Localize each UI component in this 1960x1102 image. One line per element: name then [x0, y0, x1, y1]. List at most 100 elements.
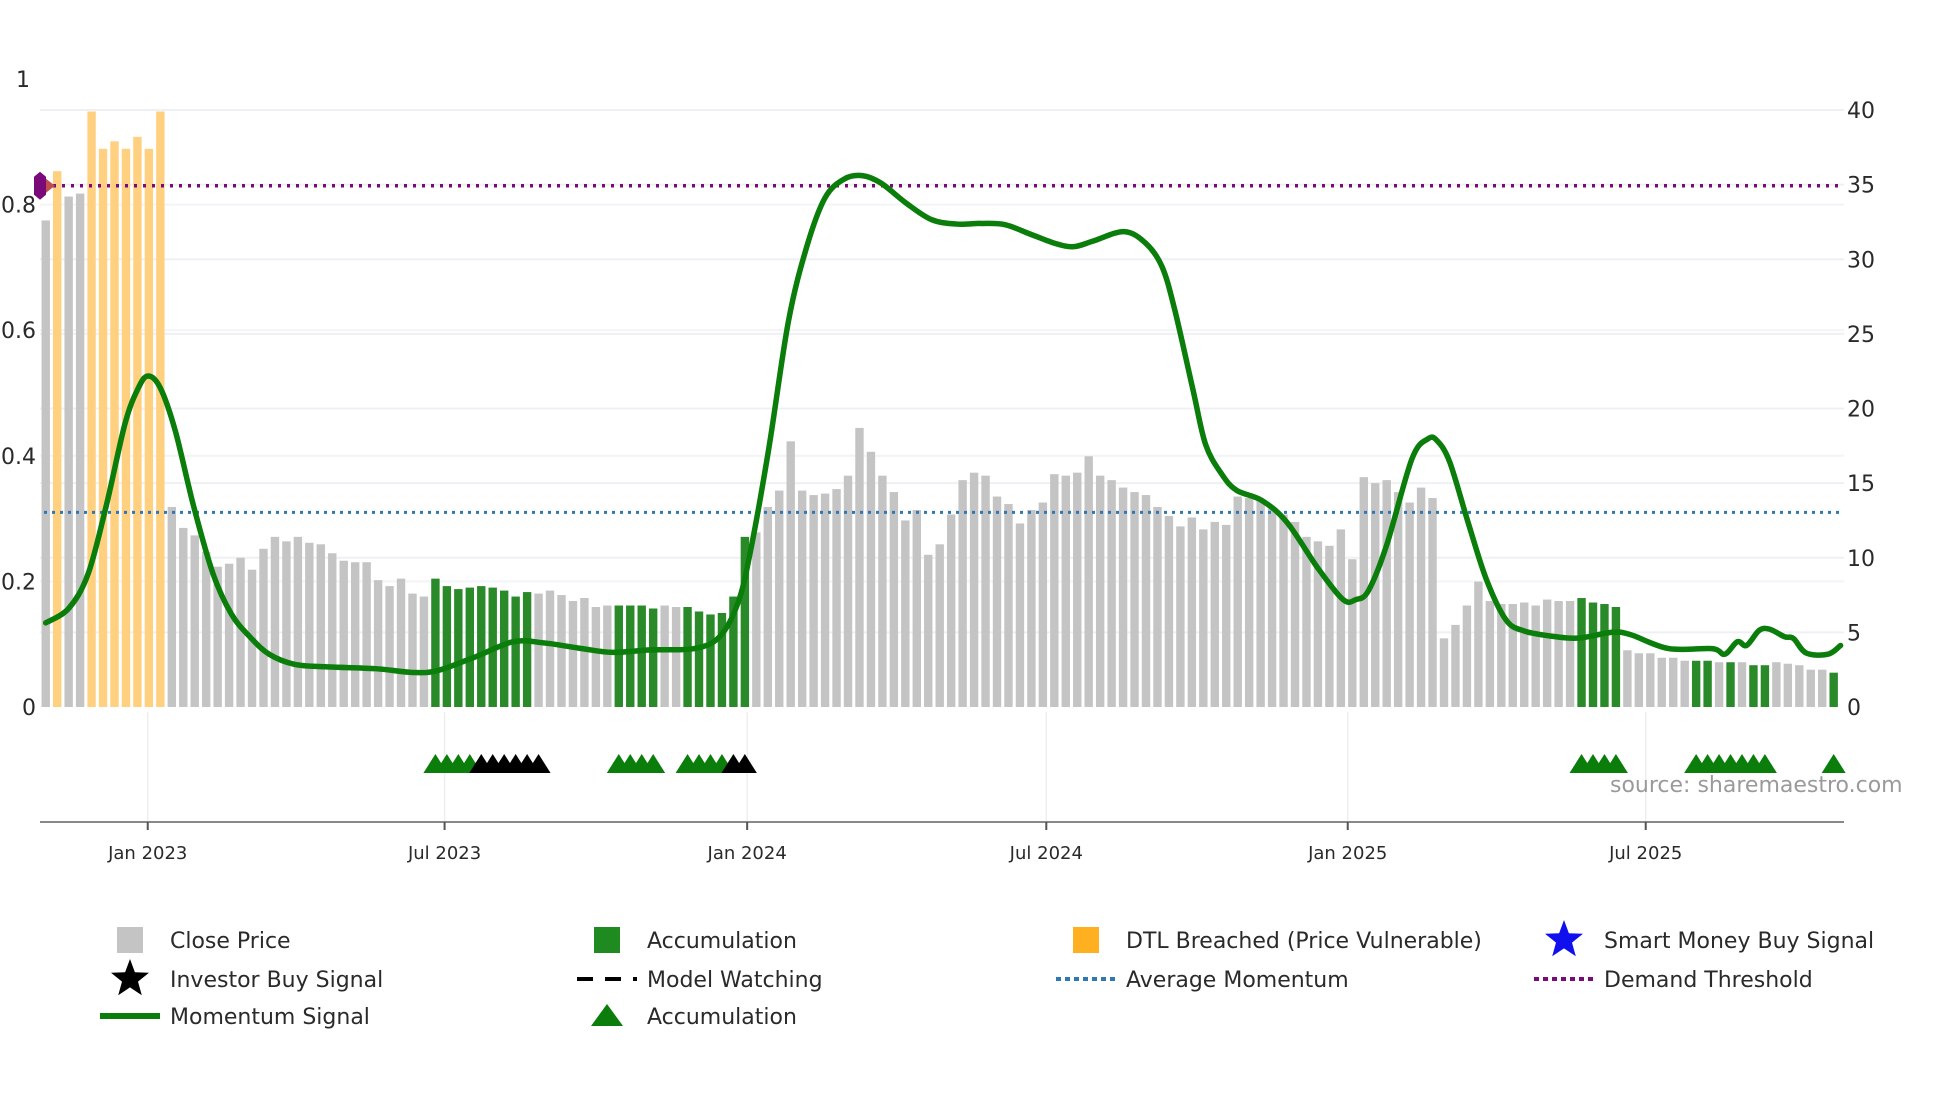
bar-price [1164, 515, 1174, 707]
legend: Close Price Accumulation DTL Breached (Pri… [100, 920, 1874, 1030]
bar-accum [626, 605, 635, 707]
bar-price [1520, 602, 1529, 707]
bar-price [419, 596, 429, 707]
green-square-icon [594, 927, 620, 953]
right-tick-label: 0 [1847, 696, 1861, 721]
bar-dtl [133, 136, 142, 708]
bar-price [832, 489, 841, 707]
bar-price [1451, 624, 1460, 707]
bar-price [293, 536, 303, 707]
bar-accum [499, 590, 509, 707]
legend-label: Smart Money Buy Signal [1604, 929, 1874, 954]
bar-price [1439, 638, 1449, 707]
bar-price [1050, 474, 1059, 707]
legend-label: Accumulation [647, 1005, 797, 1030]
bar-price [1565, 601, 1575, 707]
bar-price [1371, 483, 1380, 707]
orange-square-icon [1073, 927, 1099, 953]
bar-price [1772, 662, 1781, 707]
bar-price [41, 220, 50, 707]
right-tick-label: 40 [1847, 99, 1875, 124]
bar-price [1474, 581, 1483, 707]
bar-price [1382, 480, 1391, 707]
bar-accum [648, 608, 658, 707]
legend-label: Demand Threshold [1604, 968, 1813, 993]
bar-accum [442, 586, 452, 707]
bar-price [408, 593, 417, 707]
bar-price [362, 562, 371, 707]
legend-label: Investor Buy Signal [170, 968, 383, 993]
bar-price [282, 541, 291, 707]
bar-price [1531, 605, 1540, 707]
blue-star-icon [1545, 920, 1583, 957]
bar-price [339, 560, 348, 707]
accumulation-triangle [1821, 754, 1846, 773]
bar-price [969, 472, 979, 707]
right-tick-label: 20 [1847, 398, 1875, 423]
bar-price [1015, 523, 1025, 707]
bar-price [557, 595, 566, 707]
bar-accum [477, 586, 486, 707]
bar-price [350, 562, 360, 707]
bar-price [1267, 508, 1277, 707]
bar-price [924, 554, 933, 707]
bar-price [259, 548, 268, 707]
bar-price [1416, 487, 1426, 707]
bar-price [1462, 605, 1472, 707]
bar-price [591, 607, 601, 707]
bar-accum [637, 605, 646, 707]
bar-accum [706, 614, 715, 707]
x-tick-label: Jul 2024 [1009, 843, 1083, 864]
triangle-icon [591, 1004, 623, 1026]
bar-price [1325, 545, 1334, 707]
x-tick-label: Jan 2023 [107, 843, 187, 864]
bar-price [1623, 650, 1632, 707]
gridlines [40, 109, 1844, 822]
bar-price [1646, 653, 1655, 707]
bar-price [1256, 499, 1265, 707]
legend-label: Model Watching [647, 968, 823, 993]
bar-price [843, 475, 853, 707]
bar-price [201, 551, 211, 707]
bar-price [1680, 660, 1689, 707]
bar-price [1554, 601, 1563, 707]
bar-price [1795, 665, 1804, 707]
bar-price [1657, 657, 1666, 707]
bar-price [1233, 496, 1242, 707]
bar-accum [454, 589, 463, 707]
bar-price [328, 553, 337, 707]
legend-label: Momentum Signal [170, 1005, 370, 1030]
bar-price [545, 590, 555, 707]
bar-price [958, 480, 967, 707]
bar-price [1210, 521, 1219, 707]
bar-price [190, 535, 199, 707]
bar-price [981, 475, 990, 707]
bar-dtl [87, 111, 96, 708]
bar-price [660, 605, 669, 707]
bar-price [224, 563, 234, 707]
bar-dtl [110, 141, 119, 707]
right-tick-label: 5 [1847, 621, 1861, 646]
bar-price [1714, 662, 1724, 707]
bar-price [603, 605, 612, 707]
bar-price [580, 598, 589, 707]
bar-price [889, 492, 899, 707]
bar-price [1508, 604, 1517, 707]
bar-price [1038, 502, 1048, 707]
bar-price [1095, 475, 1105, 707]
bar-price [1027, 509, 1036, 707]
x-tick-label: Jan 2024 [707, 843, 787, 864]
bar-price [179, 527, 188, 707]
bar-price [797, 490, 807, 707]
x-tick-label: Jul 2025 [1608, 843, 1682, 864]
bar-price [1153, 507, 1162, 707]
right-tick-label: 25 [1847, 323, 1875, 348]
bar-price [534, 593, 543, 707]
bar-price [1199, 529, 1208, 707]
bar-price [1405, 502, 1414, 707]
x-tick-label: Jul 2023 [407, 843, 481, 864]
bar-price [901, 520, 910, 707]
bar-price [1141, 495, 1151, 707]
bar-price [373, 580, 383, 707]
bar-price [1290, 521, 1300, 707]
